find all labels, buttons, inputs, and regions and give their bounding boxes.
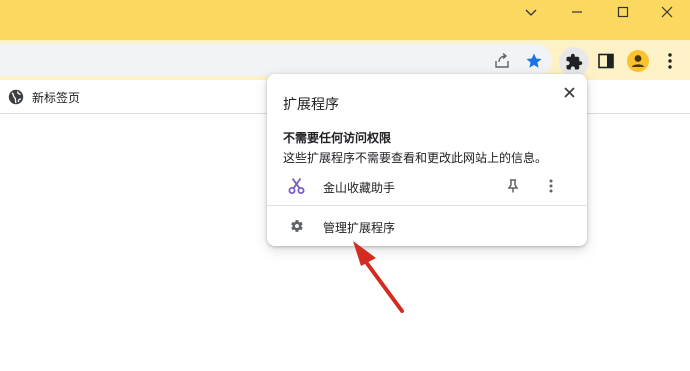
profile-button[interactable]	[626, 49, 650, 73]
extensions-popup: 扩展程序 不需要任何访问权限 这些扩展程序不需要查看和更改此网站上的信息。 金山…	[267, 74, 587, 246]
section-description: 这些扩展程序不需要查看和更改此网站上的信息。	[283, 151, 548, 165]
more-menu-button[interactable]	[660, 50, 680, 72]
address-bar[interactable]	[0, 44, 552, 76]
side-panel-icon	[598, 53, 614, 69]
extension-name: 金山收藏助手	[323, 181, 396, 195]
more-vert-icon	[549, 179, 553, 193]
popup-divider	[267, 205, 587, 206]
share-button[interactable]	[491, 50, 513, 72]
maximize-icon	[617, 6, 629, 18]
bookmark-star-button[interactable]	[523, 50, 545, 72]
more-vert-icon	[668, 53, 672, 69]
globe-icon	[8, 89, 24, 105]
extension-item[interactable]: 金山收藏助手	[267, 174, 587, 198]
window-titlebar	[0, 0, 690, 40]
bookmark-label: 新标签页	[32, 90, 81, 105]
bookmark-new-tab[interactable]: 新标签页	[8, 87, 80, 107]
extension-menu-button[interactable]	[541, 176, 561, 196]
manage-extensions-label: 管理扩展程序	[323, 221, 396, 235]
close-icon	[661, 6, 673, 18]
share-icon	[495, 52, 509, 68]
pin-icon	[507, 179, 519, 193]
minimize-icon	[572, 11, 582, 13]
popup-title: 扩展程序	[283, 97, 339, 113]
scissors-icon	[288, 177, 305, 194]
minimize-button[interactable]	[554, 0, 600, 24]
side-panel-button[interactable]	[595, 50, 617, 72]
pin-extension-button[interactable]	[503, 176, 523, 196]
chevron-down-icon	[525, 9, 537, 16]
popup-close-button[interactable]	[559, 82, 579, 102]
close-window-button[interactable]	[644, 0, 690, 24]
bookmark-star-icon	[526, 53, 542, 68]
close-icon	[563, 86, 575, 98]
profile-avatar-icon	[627, 50, 649, 72]
gear-icon	[291, 220, 303, 232]
section-heading: 不需要任何访问权限	[283, 131, 392, 145]
tab-search-button[interactable]	[508, 0, 554, 24]
manage-extensions-item[interactable]: 管理扩展程序	[267, 210, 587, 242]
extensions-puzzle-icon	[564, 52, 584, 72]
maximize-button[interactable]	[600, 0, 646, 24]
